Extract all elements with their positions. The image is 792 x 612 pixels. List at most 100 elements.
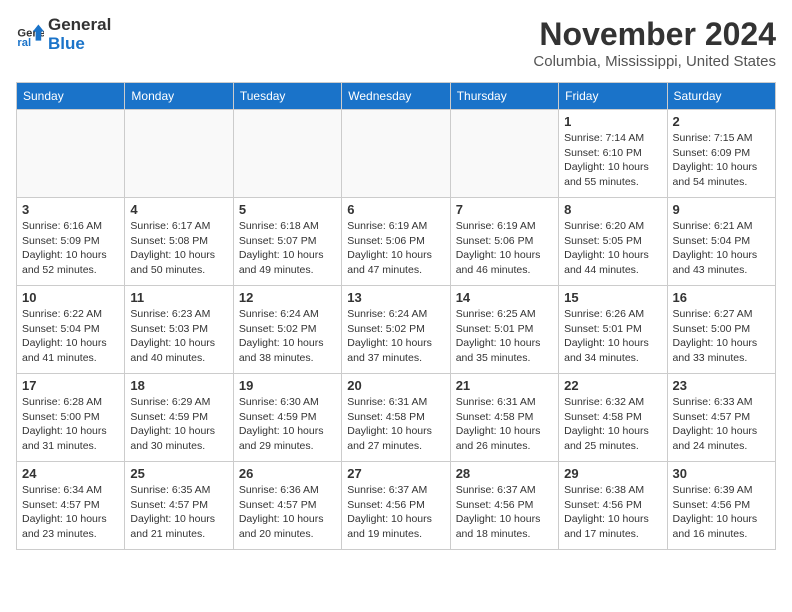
day-number: 9 [673,202,770,217]
day-info: Sunrise: 7:15 AMSunset: 6:09 PMDaylight:… [673,131,770,190]
day-info: Sunrise: 6:27 AMSunset: 5:00 PMDaylight:… [673,307,770,366]
day-number: 26 [239,466,336,481]
day-number: 10 [22,290,119,305]
day-info: Sunrise: 6:28 AMSunset: 5:00 PMDaylight:… [22,395,119,454]
calendar-cell: 13 Sunrise: 6:24 AMSunset: 5:02 PMDayligh… [342,286,450,374]
day-of-week-header: Wednesday [342,83,450,110]
day-number: 12 [239,290,336,305]
day-number: 6 [347,202,444,217]
day-number: 25 [130,466,227,481]
day-number: 28 [456,466,553,481]
day-number: 17 [22,378,119,393]
day-number: 29 [564,466,661,481]
calendar-cell: 22 Sunrise: 6:32 AMSunset: 4:58 PMDayligh… [559,374,667,462]
day-info: Sunrise: 6:21 AMSunset: 5:04 PMDaylight:… [673,219,770,278]
day-info: Sunrise: 6:36 AMSunset: 4:57 PMDaylight:… [239,483,336,542]
day-info: Sunrise: 6:38 AMSunset: 4:56 PMDaylight:… [564,483,661,542]
day-info: Sunrise: 6:32 AMSunset: 4:58 PMDaylight:… [564,395,661,454]
calendar-cell: 15Sunrise: 6:26 AMSunset: 5:01 PMDayligh… [559,286,667,374]
calendar-cell: 3 Sunrise: 6:16 AMSunset: 5:09 PMDaylight… [17,198,125,286]
day-number: 19 [239,378,336,393]
day-info: Sunrise: 6:37 AMSunset: 4:56 PMDaylight:… [347,483,444,542]
calendar-cell: 4Sunrise: 6:17 AMSunset: 5:08 PMDaylight… [125,198,233,286]
calendar-cell: 26 Sunrise: 6:36 AMSunset: 4:57 PMDayligh… [233,462,341,550]
day-info: Sunrise: 6:24 AMSunset: 5:02 PMDaylight:… [347,307,444,366]
svg-text:ral: ral [17,37,31,49]
day-info: Sunrise: 6:33 AMSunset: 4:57 PMDaylight:… [673,395,770,454]
day-number: 8 [564,202,661,217]
day-info: Sunrise: 6:20 AMSunset: 5:05 PMDaylight:… [564,219,661,278]
day-info: Sunrise: 6:31 AMSunset: 4:58 PMDaylight:… [347,395,444,454]
calendar-cell: 17 Sunrise: 6:28 AMSunset: 5:00 PMDayligh… [17,374,125,462]
calendar-cell [233,110,341,198]
day-info: Sunrise: 6:19 AMSunset: 5:06 PMDaylight:… [456,219,553,278]
day-info: Sunrise: 6:25 AMSunset: 5:01 PMDaylight:… [456,307,553,366]
calendar: SundayMondayTuesdayWednesdayThursdayFrid… [16,82,776,550]
day-number: 4 [130,202,227,217]
day-number: 1 [564,114,661,129]
day-number: 13 [347,290,444,305]
day-info: Sunrise: 6:19 AMSunset: 5:06 PMDaylight:… [347,219,444,278]
calendar-cell [342,110,450,198]
calendar-cell: 29 Sunrise: 6:38 AMSunset: 4:56 PMDayligh… [559,462,667,550]
day-info: Sunrise: 6:39 AMSunset: 4:56 PMDaylight:… [673,483,770,542]
day-of-week-header: Saturday [667,83,775,110]
calendar-header-row: SundayMondayTuesdayWednesdayThursdayFrid… [17,83,776,110]
day-info: Sunrise: 6:16 AMSunset: 5:09 PMDaylight:… [22,219,119,278]
calendar-cell: 14 Sunrise: 6:25 AMSunset: 5:01 PMDayligh… [450,286,558,374]
logo-line2: Blue [48,35,111,54]
calendar-cell: 7 Sunrise: 6:19 AMSunset: 5:06 PMDaylight… [450,198,558,286]
day-info: Sunrise: 6:34 AMSunset: 4:57 PMDaylight:… [22,483,119,542]
week-row: 24 Sunrise: 6:34 AMSunset: 4:57 PMDayligh… [17,462,776,550]
day-of-week-header: Monday [125,83,233,110]
calendar-cell: 12Sunrise: 6:24 AMSunset: 5:02 PMDayligh… [233,286,341,374]
day-info: Sunrise: 6:23 AMSunset: 5:03 PMDaylight:… [130,307,227,366]
day-of-week-header: Friday [559,83,667,110]
calendar-cell: 23Sunrise: 6:33 AMSunset: 4:57 PMDayligh… [667,374,775,462]
day-info: Sunrise: 6:29 AMSunset: 4:59 PMDaylight:… [130,395,227,454]
header: Gene ral General Blue November 2024 Colu… [16,16,776,70]
calendar-cell [450,110,558,198]
calendar-cell: 30 Sunrise: 6:39 AMSunset: 4:56 PMDayligh… [667,462,775,550]
day-number: 18 [130,378,227,393]
day-info: Sunrise: 6:18 AMSunset: 5:07 PMDaylight:… [239,219,336,278]
calendar-cell: 28Sunrise: 6:37 AMSunset: 4:56 PMDayligh… [450,462,558,550]
day-number: 20 [347,378,444,393]
calendar-cell: 27 Sunrise: 6:37 AMSunset: 4:56 PMDayligh… [342,462,450,550]
calendar-cell: 18 Sunrise: 6:29 AMSunset: 4:59 PMDayligh… [125,374,233,462]
title-area: November 2024 Columbia, Mississippi, Uni… [533,16,776,70]
calendar-cell: 10Sunrise: 6:22 AMSunset: 5:04 PMDayligh… [17,286,125,374]
calendar-cell: 24 Sunrise: 6:34 AMSunset: 4:57 PMDayligh… [17,462,125,550]
week-row: 3 Sunrise: 6:16 AMSunset: 5:09 PMDaylight… [17,198,776,286]
day-number: 16 [673,290,770,305]
day-number: 22 [564,378,661,393]
day-info: Sunrise: 6:30 AMSunset: 4:59 PMDaylight:… [239,395,336,454]
day-number: 24 [22,466,119,481]
calendar-cell [17,110,125,198]
calendar-cell: 5Sunrise: 6:18 AMSunset: 5:07 PMDaylight… [233,198,341,286]
day-number: 30 [673,466,770,481]
day-number: 14 [456,290,553,305]
day-number: 3 [22,202,119,217]
day-info: Sunrise: 6:35 AMSunset: 4:57 PMDaylight:… [130,483,227,542]
month-title: November 2024 [533,16,776,53]
calendar-cell: 8 Sunrise: 6:20 AMSunset: 5:05 PMDaylight… [559,198,667,286]
day-number: 21 [456,378,553,393]
day-info: Sunrise: 6:31 AMSunset: 4:58 PMDaylight:… [456,395,553,454]
logo-line1: General [48,16,111,35]
logo-icon: Gene ral [16,21,44,49]
calendar-cell: 20 Sunrise: 6:31 AMSunset: 4:58 PMDayligh… [342,374,450,462]
calendar-cell: 25 Sunrise: 6:35 AMSunset: 4:57 PMDayligh… [125,462,233,550]
day-number: 2 [673,114,770,129]
calendar-cell: 11Sunrise: 6:23 AMSunset: 5:03 PMDayligh… [125,286,233,374]
day-number: 27 [347,466,444,481]
week-row: 10Sunrise: 6:22 AMSunset: 5:04 PMDayligh… [17,286,776,374]
logo: Gene ral General Blue [16,16,111,53]
day-info: Sunrise: 7:14 AMSunset: 6:10 PMDaylight:… [564,131,661,190]
day-number: 15 [564,290,661,305]
calendar-cell: 9 Sunrise: 6:21 AMSunset: 5:04 PMDaylight… [667,198,775,286]
calendar-cell: 2 Sunrise: 7:15 AMSunset: 6:09 PMDaylight… [667,110,775,198]
calendar-cell: 16 Sunrise: 6:27 AMSunset: 5:00 PMDayligh… [667,286,775,374]
day-of-week-header: Thursday [450,83,558,110]
day-number: 7 [456,202,553,217]
